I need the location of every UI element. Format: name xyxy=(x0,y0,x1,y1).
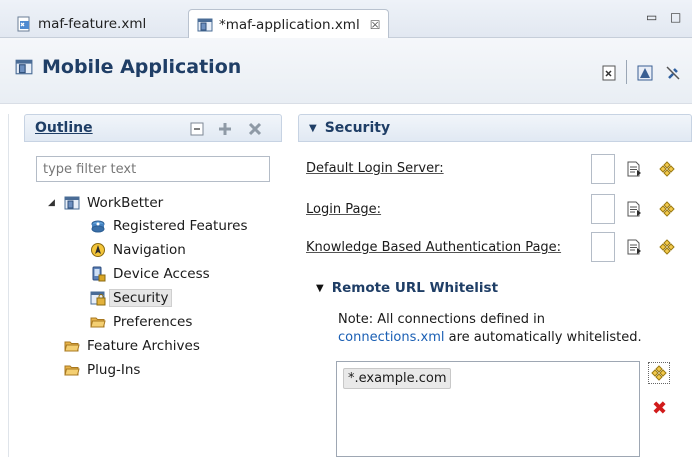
editor-tab-bar: maf-feature.xml *maf-application.xml ☒ ▭… xyxy=(0,0,692,39)
tree-item-label: Navigation xyxy=(113,242,186,258)
kba-page-label: Knowledge Based Authentication Page: xyxy=(306,240,562,255)
tab-label: maf-feature.xml xyxy=(38,16,147,32)
tree-item-label: Registered Features xyxy=(113,218,248,234)
folder-icon xyxy=(90,314,106,330)
outline-filter-input[interactable] xyxy=(36,156,270,182)
tree-item-label: Security xyxy=(109,289,173,307)
source-view-icon[interactable] xyxy=(600,64,618,82)
browse-page-icon[interactable] xyxy=(626,239,642,255)
delete-icon[interactable] xyxy=(248,122,262,136)
default-login-server-field[interactable] xyxy=(591,154,615,184)
tree-item-feature-archives[interactable]: Feature Archives xyxy=(64,335,200,357)
tree-item-label: Preferences xyxy=(113,314,193,330)
note-line-1: Note: All connections defined in xyxy=(338,312,545,327)
browse-page-icon[interactable] xyxy=(626,201,642,217)
mobile-application-icon xyxy=(14,58,34,76)
collapse-all-icon[interactable] xyxy=(190,122,204,136)
tree-item-navigation[interactable]: Navigation xyxy=(90,239,186,261)
security-lock-icon xyxy=(90,290,106,306)
page-title-text: Mobile Application xyxy=(42,56,242,78)
whitelist-title: Remote URL Whitelist xyxy=(331,280,499,296)
security-title: Security xyxy=(324,120,391,136)
login-page-label: Login Page: xyxy=(306,202,382,217)
security-section-header[interactable]: ▼ Security xyxy=(298,114,692,142)
tree-item-label: Device Access xyxy=(113,266,210,282)
divider xyxy=(8,114,9,457)
whitelist-list[interactable]: *.example.com xyxy=(336,361,640,457)
whitelist-item[interactable]: *.example.com xyxy=(343,368,452,389)
disconnect-icon[interactable] xyxy=(664,64,682,82)
tree-item-registered-features[interactable]: Registered Features xyxy=(90,215,248,237)
add-reference-icon[interactable] xyxy=(659,161,675,177)
add-url-icon xyxy=(651,365,667,381)
outline-section-header: Outline xyxy=(24,114,282,142)
add-reference-icon[interactable] xyxy=(659,239,675,255)
mobile-application-icon xyxy=(64,195,80,211)
form-header: Mobile Application xyxy=(0,38,692,104)
xml-file-icon xyxy=(16,16,32,32)
mobile-app-file-icon xyxy=(197,17,213,33)
browse-page-icon[interactable] xyxy=(626,161,642,177)
features-icon xyxy=(90,218,106,234)
kba-page-field[interactable] xyxy=(591,232,615,262)
tree-item-plug-ins[interactable]: Plug-Ins xyxy=(64,359,140,381)
connections-xml-link[interactable]: connections.xml xyxy=(338,330,445,345)
minimize-icon[interactable]: ▭ xyxy=(646,10,657,24)
tree-item-security[interactable]: Security xyxy=(90,287,173,309)
tab-maf-application[interactable]: *maf-application.xml ☒ xyxy=(188,9,390,39)
add-icon[interactable] xyxy=(218,122,232,136)
page-title: Mobile Application xyxy=(14,56,241,78)
tab-maf-feature[interactable]: maf-feature.xml xyxy=(8,9,154,39)
folder-icon xyxy=(64,362,80,378)
add-url-button[interactable] xyxy=(648,362,670,384)
tree-item-device-access[interactable]: Device Access xyxy=(90,263,210,285)
tree-item-label: Plug-Ins xyxy=(87,362,141,378)
expand-arrow-icon[interactable]: ◢ xyxy=(48,198,55,208)
tab-label: *maf-application.xml xyxy=(219,16,360,33)
whitelist-section-header[interactable]: ▼ Remote URL Whitelist xyxy=(316,280,498,296)
tree-item-workbetter[interactable]: ◢ WorkBetter xyxy=(48,192,164,214)
collapse-triangle-icon[interactable]: ▼ xyxy=(316,283,324,294)
collapse-triangle-icon[interactable]: ▼ xyxy=(309,123,317,134)
whitelist-note: Note: All connections defined in connect… xyxy=(338,311,642,347)
folder-icon xyxy=(64,338,80,354)
tree-item-label: WorkBetter xyxy=(87,195,164,211)
login-page-field[interactable] xyxy=(591,194,615,224)
add-reference-icon[interactable] xyxy=(659,201,675,217)
close-tab-icon[interactable]: ☒ xyxy=(370,18,381,32)
tree-item-label: Feature Archives xyxy=(87,338,200,354)
maximize-icon[interactable]: □ xyxy=(670,10,681,24)
compass-icon xyxy=(90,242,106,258)
default-login-server-label: Default Login Server: xyxy=(306,161,444,176)
deploy-icon[interactable] xyxy=(636,64,654,82)
device-lock-icon xyxy=(90,266,106,282)
note-line-2: are automatically whitelisted. xyxy=(444,330,642,345)
outline-title: Outline xyxy=(35,120,93,136)
remove-url-icon[interactable]: ✖ xyxy=(652,400,667,418)
tree-item-preferences[interactable]: Preferences xyxy=(90,311,192,333)
toolbar-separator xyxy=(626,60,627,84)
